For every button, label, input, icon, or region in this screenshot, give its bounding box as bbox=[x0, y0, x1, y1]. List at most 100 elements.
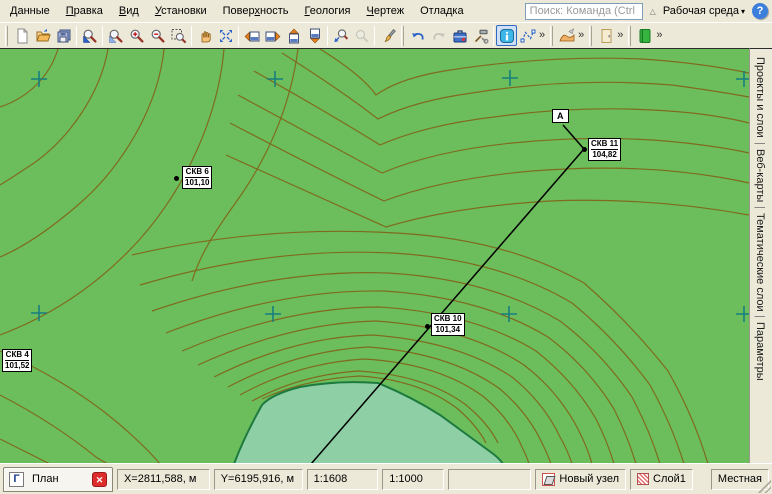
undo-button[interactable] bbox=[407, 25, 428, 46]
help-icon[interactable]: ? bbox=[752, 3, 768, 19]
zoom-out-button[interactable] bbox=[147, 25, 168, 46]
menu-4[interactable]: Установки bbox=[147, 2, 215, 20]
fit-view-icon bbox=[218, 28, 234, 44]
status-coordinate-system[interactable]: Местная bbox=[711, 469, 769, 490]
zoom-extents-icon bbox=[108, 28, 124, 44]
redo-button[interactable] bbox=[428, 25, 449, 46]
menu-bar: ДанныеПравкаВидУстановкиПоверхностьГеоло… bbox=[0, 0, 772, 22]
toolbar-separator bbox=[493, 26, 494, 46]
sidebar-tab-separator: | bbox=[754, 140, 766, 147]
zoom-initial-button[interactable] bbox=[79, 25, 100, 46]
toolbar-separator bbox=[102, 26, 103, 46]
status-layer-button[interactable]: Слой1 bbox=[630, 469, 693, 490]
search-input[interactable] bbox=[525, 3, 643, 20]
search-options-icon[interactable]: △ bbox=[650, 7, 656, 16]
status-y-coordinate: Y=6195,916, м bbox=[214, 469, 303, 490]
grid-cross-icon bbox=[31, 305, 47, 321]
scroll-up-icon bbox=[286, 28, 302, 44]
borehole-label[interactable]: СКВ 4101,52 bbox=[2, 349, 32, 372]
fit-view-button[interactable] bbox=[215, 25, 236, 46]
toolbar-overflow-chevron[interactable]: » bbox=[538, 29, 547, 43]
undo-icon bbox=[410, 28, 426, 44]
menu-7[interactable]: Чертеж bbox=[358, 2, 412, 20]
sidebar-tab-4[interactable]: Параметры bbox=[754, 320, 766, 383]
save-all-icon bbox=[56, 28, 72, 44]
object-info-button[interactable] bbox=[496, 25, 517, 46]
scroll-down-icon bbox=[307, 28, 323, 44]
open-document-icon bbox=[35, 28, 51, 44]
toolbar-grip[interactable] bbox=[628, 26, 631, 46]
borehole-point[interactable] bbox=[425, 324, 430, 329]
toolbar-grip[interactable] bbox=[5, 26, 8, 46]
zoom-in-icon bbox=[129, 28, 145, 44]
borehole-elevation: 101,34 bbox=[434, 324, 462, 335]
new-node-icon bbox=[542, 473, 555, 486]
window-panel-icon bbox=[598, 28, 614, 44]
status-mode-button[interactable]: Новый узел bbox=[535, 469, 626, 490]
toolbar-separator bbox=[327, 26, 328, 46]
borehole-label[interactable]: СКВ 11104,82 bbox=[588, 138, 621, 161]
workspace-menu[interactable]: Рабочая среда ▾ bbox=[663, 5, 745, 17]
toolbar: » » » » bbox=[0, 22, 772, 48]
toolbar-grip[interactable] bbox=[401, 26, 404, 46]
window-panel-button[interactable] bbox=[595, 25, 616, 46]
menu-1[interactable]: Данные bbox=[2, 2, 58, 20]
borehole-point[interactable] bbox=[174, 176, 179, 181]
toolbar-separator bbox=[76, 26, 77, 46]
zoom-extents-button[interactable] bbox=[105, 25, 126, 46]
redo-icon bbox=[431, 28, 447, 44]
new-document-icon bbox=[14, 28, 30, 44]
menu-8[interactable]: Отладка bbox=[412, 2, 471, 20]
close-icon[interactable]: ✕ bbox=[92, 472, 107, 487]
zoom-window-icon bbox=[171, 28, 187, 44]
borehole-name: СКВ 6 bbox=[186, 167, 209, 176]
menu-3[interactable]: Вид bbox=[111, 2, 147, 20]
surface-tools-button[interactable] bbox=[556, 25, 577, 46]
save-all-button[interactable] bbox=[53, 25, 74, 46]
view-next-icon bbox=[354, 28, 370, 44]
borehole-name: СКВ 4 bbox=[6, 350, 29, 359]
borehole-elevation: 101,10 bbox=[185, 177, 209, 188]
borehole-label[interactable]: СКВ 6101,10 bbox=[182, 166, 212, 189]
profile-point-a-label[interactable]: А bbox=[552, 109, 569, 123]
workspace-label: Рабочая среда bbox=[663, 5, 739, 17]
grid-cross-icon bbox=[736, 306, 749, 322]
scroll-right-button[interactable] bbox=[262, 25, 283, 46]
toolbar-grip[interactable] bbox=[550, 26, 553, 46]
toolbar-grip[interactable] bbox=[589, 26, 592, 46]
zoom-window-button[interactable] bbox=[168, 25, 189, 46]
new-document-button[interactable] bbox=[11, 25, 32, 46]
polyline-edit-button[interactable] bbox=[517, 25, 538, 46]
reference-book-button[interactable] bbox=[634, 25, 655, 46]
borehole-point[interactable] bbox=[582, 147, 587, 152]
zoom-out-icon bbox=[150, 28, 166, 44]
grid-crosses bbox=[31, 70, 749, 322]
sidebar-tab-3[interactable]: Тематические слои bbox=[754, 211, 766, 314]
sidebar-tab-2[interactable]: Веб-карты bbox=[754, 147, 766, 204]
zoom-in-button[interactable] bbox=[126, 25, 147, 46]
scroll-down-button[interactable] bbox=[304, 25, 325, 46]
view-next-button[interactable] bbox=[351, 25, 372, 46]
sidebar-tab-1[interactable]: Проекты и слои bbox=[754, 55, 766, 140]
document-tab-plan[interactable]: Г План ✕ bbox=[3, 467, 113, 492]
view-previous-button[interactable] bbox=[330, 25, 351, 46]
open-document-button[interactable] bbox=[32, 25, 53, 46]
menu-5[interactable]: Поверхность bbox=[215, 2, 297, 20]
map-canvas[interactable]: СКВ 6101,10 СКВ 11104,82 СКВ 10101,34 СКВ 4… bbox=[0, 48, 749, 463]
scroll-left-button[interactable] bbox=[241, 25, 262, 46]
workset-button[interactable] bbox=[449, 25, 470, 46]
menu-2[interactable]: Правка bbox=[58, 2, 111, 20]
borehole-label[interactable]: СКВ 10101,34 bbox=[431, 313, 465, 336]
scroll-up-button[interactable] bbox=[283, 25, 304, 46]
borehole-elevation: 101,52 bbox=[5, 360, 29, 371]
status-scale-document[interactable]: 1:1000 bbox=[382, 469, 444, 490]
toolbar-overflow-chevron[interactable]: » bbox=[655, 29, 664, 43]
status-scale-current[interactable]: 1:1608 bbox=[307, 469, 379, 490]
pan-hand-button[interactable] bbox=[194, 25, 215, 46]
menu-6[interactable]: Геология bbox=[296, 2, 358, 20]
toolbar-overflow-chevron[interactable]: » bbox=[616, 29, 625, 43]
toolbar-overflow-chevron[interactable]: » bbox=[577, 29, 586, 43]
tools-button[interactable] bbox=[470, 25, 491, 46]
status-x-coordinate: X=2811,588, м bbox=[117, 469, 210, 490]
repaint-brush-button[interactable] bbox=[377, 25, 398, 46]
